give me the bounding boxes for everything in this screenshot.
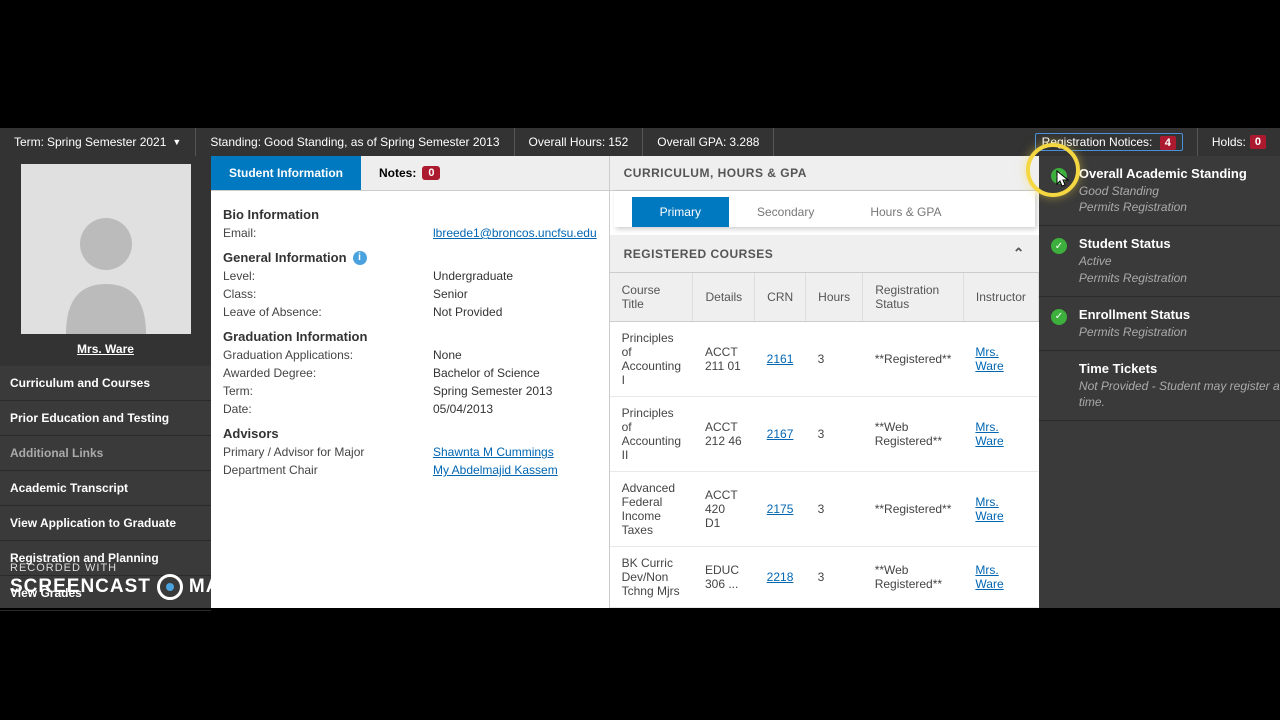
- status-block[interactable]: ✓Student StatusActivePermits Registratio…: [1039, 226, 1280, 296]
- courses-panel-header: REGISTERED COURSES ⌃: [610, 235, 1039, 273]
- content-area: Student Information Notes: 0 Bio Informa…: [211, 156, 1280, 608]
- right-columns: CURRICULUM, HOURS & GPA Primary Secondar…: [610, 156, 1280, 608]
- graduation-header: Graduation Information: [223, 329, 597, 344]
- col-details[interactable]: Details: [693, 273, 755, 322]
- standing-display: Standing: Good Standing, as of Spring Se…: [196, 128, 514, 156]
- crn-link[interactable]: 2218: [767, 570, 794, 584]
- chevron-down-icon: ▼: [172, 137, 181, 147]
- avatar-image: [21, 164, 191, 334]
- curriculum-tabs: Primary Secondary Hours & GPA: [632, 197, 1017, 227]
- curriculum-panel-header: CURRICULUM, HOURS & GPA: [610, 156, 1039, 191]
- curriculum-panel: Primary Secondary Hours & GPA Degree:Bac…: [614, 191, 1035, 227]
- crn-link[interactable]: 2161: [767, 352, 794, 366]
- sidebar-item[interactable]: Prior Education and Testing: [0, 401, 211, 436]
- student-info-column: Student Information Notes: 0 Bio Informa…: [211, 156, 610, 608]
- col-status[interactable]: Registration Status: [863, 273, 964, 322]
- sidebar-item[interactable]: Additional Links: [0, 436, 211, 471]
- main-layout: Mrs. Ware Curriculum and CoursesPrior Ed…: [0, 156, 1280, 608]
- center-column: CURRICULUM, HOURS & GPA Primary Secondar…: [610, 156, 1039, 608]
- summary-bar: Term: Spring Semester 2021 ▼ Standing: G…: [0, 128, 1280, 156]
- topbar-spacer: [774, 128, 1020, 156]
- gpa-display: Overall GPA: 3.288: [643, 128, 774, 156]
- info-tabs: Student Information Notes: 0: [211, 156, 609, 191]
- tab-primary[interactable]: Primary: [632, 197, 729, 227]
- crn-link[interactable]: 2167: [767, 427, 794, 441]
- sidebar-item[interactable]: View Application to Graduate: [0, 506, 211, 541]
- term-label: Term:: [14, 135, 44, 149]
- col-title[interactable]: Course Title: [610, 273, 693, 322]
- chevron-up-icon[interactable]: ⌃: [1013, 245, 1025, 262]
- col-crn[interactable]: CRN: [755, 273, 806, 322]
- advisor-primary-link[interactable]: Shawnta M Cummings: [433, 445, 554, 459]
- watermark: RECORDED WITH SCREENCAST MATIC: [10, 562, 253, 600]
- left-sidebar: Mrs. Ware Curriculum and CoursesPrior Ed…: [0, 156, 211, 608]
- crn-link[interactable]: 2175: [767, 502, 794, 516]
- instructor-link[interactable]: Mrs. Ware: [975, 345, 1003, 373]
- holds-badge: 0: [1250, 135, 1266, 149]
- check-icon: ✓: [1051, 309, 1067, 325]
- col-hours[interactable]: Hours: [806, 273, 863, 322]
- tab-student-information[interactable]: Student Information: [211, 156, 361, 190]
- status-block[interactable]: ✓Enrollment StatusPermits Registration: [1039, 297, 1280, 351]
- tab-secondary[interactable]: Secondary: [729, 197, 842, 227]
- status-title: Time Tickets: [1079, 361, 1280, 376]
- advisor-chair-link[interactable]: My Abdelmajid Kassem: [433, 463, 558, 477]
- status-block[interactable]: ✓Overall Academic StandingGood StandingP…: [1039, 156, 1280, 226]
- status-title: Student Status: [1079, 236, 1280, 251]
- bio-header: Bio Information: [223, 207, 597, 222]
- instructor-link[interactable]: Mrs. Ware: [975, 420, 1003, 448]
- status-rail: ✓Overall Academic StandingGood StandingP…: [1039, 156, 1280, 608]
- sidebar-item[interactable]: Academic Transcript: [0, 471, 211, 506]
- table-row: Principles of Accounting IACCT 211 01216…: [610, 322, 1039, 397]
- term-value: Spring Semester 2021: [47, 135, 166, 149]
- table-row: Advanced Federal Income TaxesACCT 420 D1…: [610, 472, 1039, 547]
- registration-notices[interactable]: Registration Notices: 4: [1021, 128, 1198, 156]
- term-selector[interactable]: Term: Spring Semester 2021 ▼: [0, 128, 196, 156]
- holds-display[interactable]: Holds: 0: [1198, 128, 1280, 156]
- notes-count-badge: 0: [422, 166, 440, 180]
- tab-hours-gpa[interactable]: Hours & GPA: [842, 197, 969, 227]
- info-icon[interactable]: i: [353, 251, 367, 265]
- check-icon: ✓: [1051, 238, 1067, 254]
- info-body: Bio Information Email:lbreede1@broncos.u…: [211, 191, 609, 487]
- tab-notes[interactable]: Notes: 0: [361, 156, 458, 190]
- reg-notices-badge: 4: [1160, 136, 1176, 150]
- courses-table: Course Title Details CRN Hours Registrat…: [610, 273, 1039, 608]
- avatar-box: Mrs. Ware: [0, 156, 211, 366]
- watermark-dot-icon: [157, 574, 183, 600]
- app-root: Term: Spring Semester 2021 ▼ Standing: G…: [0, 128, 1280, 608]
- check-icon: ✓: [1051, 168, 1067, 184]
- col-instructor[interactable]: Instructor: [963, 273, 1038, 322]
- table-row: BK Curric Dev/Non Tchng MjrsEDUC 306 ...…: [610, 547, 1039, 608]
- instructor-link[interactable]: Mrs. Ware: [975, 563, 1003, 591]
- email-link[interactable]: lbreede1@broncos.uncfsu.edu: [433, 226, 597, 240]
- person-placeholder-icon: [56, 204, 156, 334]
- general-header: General Informationi: [223, 250, 597, 265]
- instructor-link[interactable]: Mrs. Ware: [975, 495, 1003, 523]
- status-title: Overall Academic Standing: [1079, 166, 1280, 181]
- status-title: Enrollment Status: [1079, 307, 1280, 322]
- advisors-header: Advisors: [223, 426, 597, 441]
- student-name-link[interactable]: Mrs. Ware: [77, 334, 134, 366]
- table-row: Principles of Accounting IIACCT 212 4621…: [610, 397, 1039, 472]
- status-block[interactable]: Time TicketsNot Provided - Student may r…: [1039, 351, 1280, 421]
- sidebar-item[interactable]: Curriculum and Courses: [0, 366, 211, 401]
- hours-display: Overall Hours: 152: [515, 128, 644, 156]
